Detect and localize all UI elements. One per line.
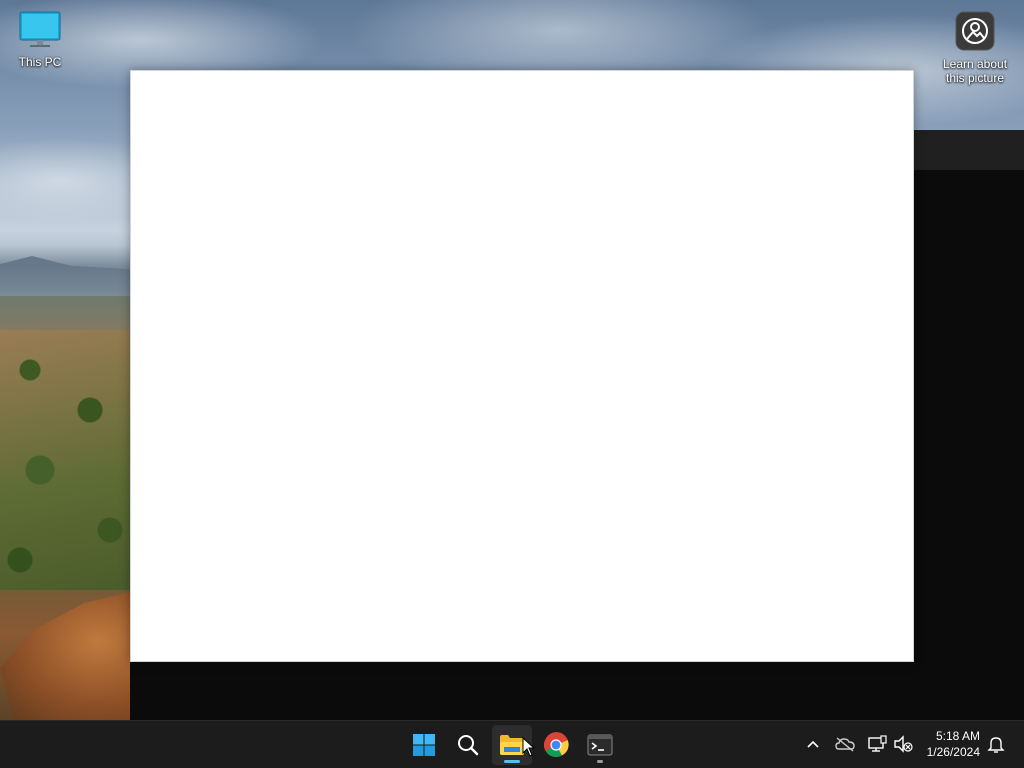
- network-button[interactable]: [866, 733, 888, 755]
- start-button[interactable]: [404, 725, 444, 765]
- clock[interactable]: 5:18 AM 1/26/2024: [910, 728, 980, 760]
- chevron-up-icon: [807, 740, 819, 748]
- mouse-cursor-icon: [522, 737, 536, 757]
- clock-date: 1/26/2024: [926, 745, 980, 759]
- wallpaper-valley-fields: [0, 330, 140, 590]
- desktop-icon-label-line2: this picture: [945, 71, 1005, 85]
- chrome-button[interactable]: [536, 725, 576, 765]
- desktop-icon-this-pc[interactable]: This PC: [2, 10, 78, 69]
- onedrive-offline-icon: [835, 737, 855, 752]
- search-icon: [458, 735, 479, 756]
- desktop-icon-label-line1: Learn about: [942, 57, 1008, 71]
- notification-bell-icon: [987, 737, 1005, 753]
- terminal-button[interactable]: [580, 725, 620, 765]
- chrome-icon: [543, 732, 569, 758]
- onedrive-button[interactable]: [834, 733, 856, 755]
- active-app-indicator: [504, 760, 520, 763]
- windows-logo-icon: [413, 734, 435, 756]
- search-button[interactable]: [448, 725, 488, 765]
- network-icon: [868, 735, 887, 752]
- show-hidden-icons-button[interactable]: [802, 733, 824, 755]
- monitor-icon: [19, 11, 61, 47]
- terminal-icon: [587, 734, 613, 756]
- camera-info-icon: [955, 11, 995, 51]
- desktop-icon-label: This PC: [18, 55, 62, 69]
- clock-time: 5:18 AM: [935, 729, 980, 743]
- blank-app-window[interactable]: [130, 70, 914, 662]
- taskbar: 5:18 AM 1/26/2024: [0, 720, 1024, 768]
- notifications-button[interactable]: [985, 733, 1007, 755]
- running-app-indicator: [597, 760, 603, 763]
- desktop-icon-learn-about-picture[interactable]: Learn about this picture: [937, 10, 1013, 85]
- wallpaper-cliff: [0, 590, 140, 720]
